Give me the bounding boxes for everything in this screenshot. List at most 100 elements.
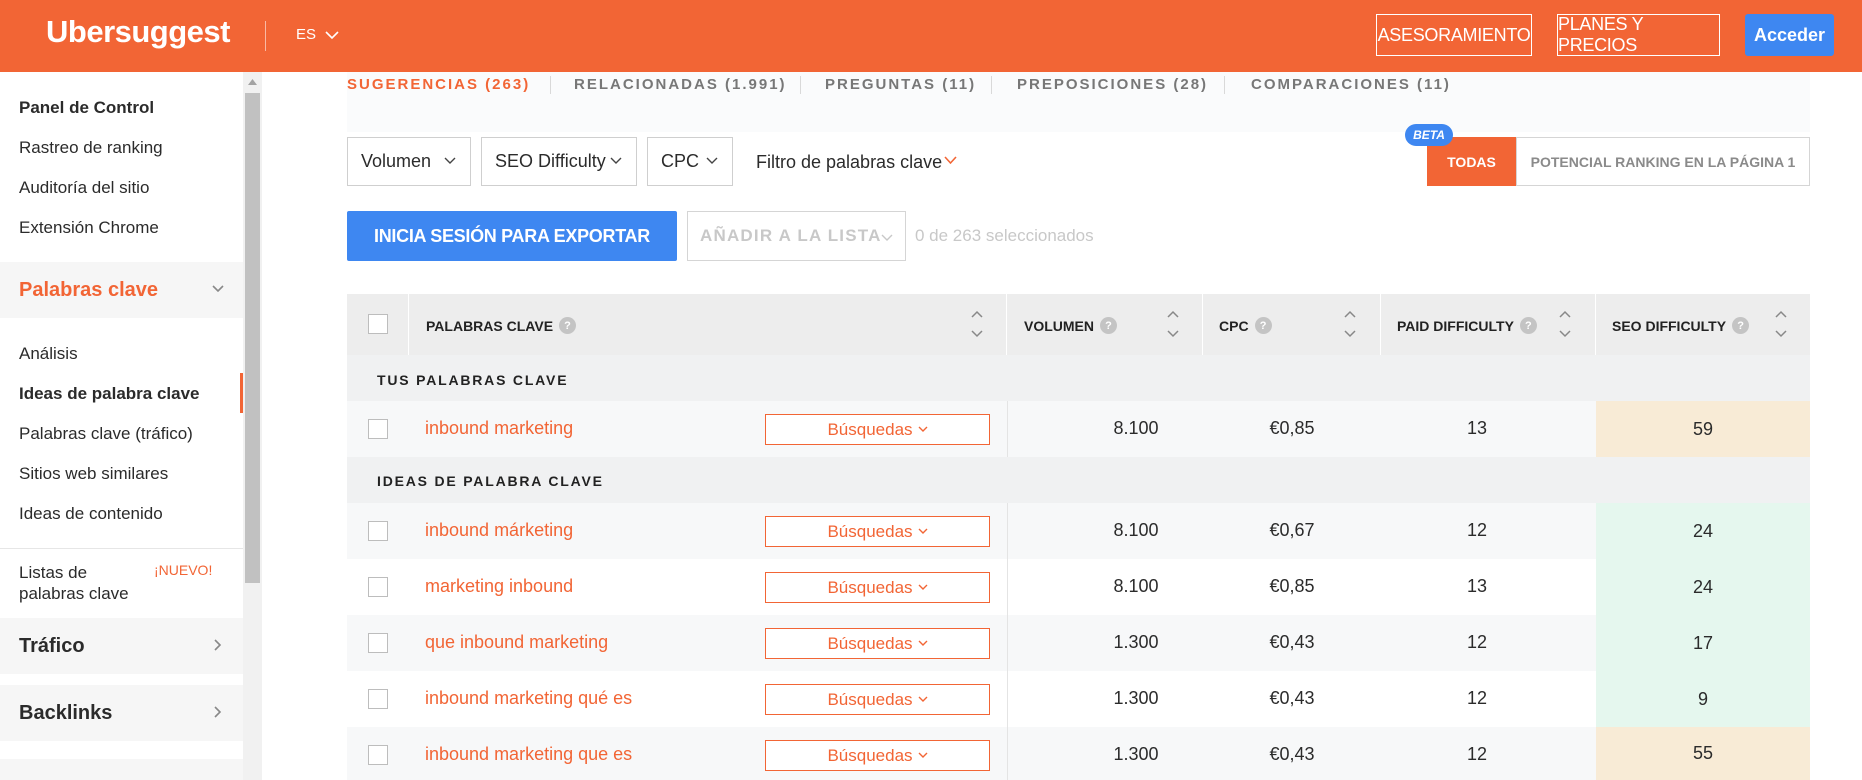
col-header-paid[interactable]: PAID DIFFICULTY ? (1397, 317, 1537, 334)
sidebar-section-more[interactable] (0, 759, 243, 780)
cpc-value: €0,67 (1269, 520, 1315, 540)
sidebar-section-palabras[interactable]: Palabras clave (0, 262, 243, 318)
help-icon[interactable]: ? (1519, 317, 1537, 334)
sidebar-scroll-thumb[interactable] (245, 93, 260, 583)
sidebar-item-contenido[interactable]: Ideas de contenido (19, 504, 163, 524)
sort-icon[interactable] (1344, 310, 1356, 338)
sidebar-section-backlinks[interactable]: Backlinks (0, 685, 243, 741)
volume-filter-label: Volumen (361, 151, 432, 171)
tab-preguntas[interactable]: PREGUNTAS (11) (825, 76, 976, 93)
tab-comparaciones[interactable]: COMPARACIONES (11) (1251, 76, 1451, 93)
help-icon[interactable]: ? (559, 317, 577, 334)
row-checkbox[interactable] (368, 745, 388, 765)
logo[interactable]: Ubersuggest (46, 14, 230, 50)
seo-difficulty-value: 55 (1596, 727, 1810, 780)
busquedas-dropdown[interactable]: Búsquedas (765, 516, 990, 547)
busquedas-dropdown[interactable]: Búsquedas (765, 572, 990, 603)
sort-icon[interactable] (1775, 310, 1787, 338)
help-icon[interactable]: ? (1732, 317, 1750, 334)
busquedas-label: Búsquedas (827, 745, 913, 765)
seo-difficulty-value: 17 (1596, 615, 1810, 671)
col-header-cpc[interactable]: CPC ? (1219, 317, 1272, 334)
busquedas-dropdown[interactable]: Búsquedas (765, 628, 990, 659)
busquedas-dropdown[interactable]: Búsquedas (765, 684, 990, 715)
tab-preposiciones[interactable]: PREPOSICIONES (28) (1017, 76, 1208, 93)
sidebar: Panel de Control Rastreo de ranking Audi… (0, 72, 243, 780)
sort-icon[interactable] (971, 310, 983, 338)
select-all-checkbox[interactable] (368, 314, 388, 334)
chevron-down-icon[interactable] (944, 156, 957, 165)
tab-sugerencias[interactable]: SUGERENCIAS (263) (347, 76, 530, 93)
column-divider (1007, 559, 1008, 615)
keyword-link[interactable]: marketing inbound (425, 576, 573, 597)
col-header-volume[interactable]: VOLUMEN ? (1024, 317, 1117, 334)
cpc-value: €0,43 (1269, 688, 1315, 708)
toggle-potencial-ranking[interactable]: POTENCIAL RANKING EN LA PÁGINA 1 (1516, 137, 1810, 186)
selected-count: 0 de 263 seleccionados (915, 226, 1094, 245)
keyword-link[interactable]: inbound márketing (425, 520, 573, 541)
sidebar-item-trafico-kw[interactable]: Palabras clave (tráfico) (19, 424, 193, 444)
paid-difficulty-value: 12 (1466, 744, 1488, 764)
sidebar-item-listas-line1: Listas de (19, 563, 88, 582)
chevron-down-icon (918, 640, 928, 646)
column-divider (1007, 503, 1008, 559)
planes-precios-button[interactable]: PLANES Y PRECIOS (1557, 14, 1720, 56)
row-checkbox[interactable] (368, 689, 388, 709)
chevron-down-icon (881, 234, 893, 241)
column-divider (1007, 615, 1008, 671)
help-icon[interactable]: ? (1254, 317, 1272, 334)
row-checkbox[interactable] (368, 521, 388, 541)
column-divider (1007, 401, 1008, 457)
table-row: inbound márketing Búsquedas 8.100 €0,67 … (347, 503, 1810, 559)
sidebar-section-label: Palabras clave (19, 278, 158, 301)
chevron-down-icon (610, 157, 622, 164)
row-checkbox[interactable] (368, 419, 388, 439)
cpc-filter-dropdown[interactable]: CPC (647, 137, 733, 186)
volume-value: 8.100 (1113, 576, 1159, 596)
volume-value: 1.300 (1113, 632, 1159, 652)
sidebar-item-extension[interactable]: Extensión Chrome (19, 218, 159, 238)
sidebar-item-rastreo[interactable]: Rastreo de ranking (19, 138, 163, 158)
col-header-seo[interactable]: SEO DIFFICULTY ? (1612, 317, 1750, 334)
add-to-list-dropdown[interactable]: AÑADIR A LA LISTA (687, 211, 906, 261)
sidebar-item-auditoria[interactable]: Auditoría del sitio (19, 178, 149, 198)
sort-icon[interactable] (1167, 310, 1179, 338)
login-button[interactable]: Acceder (1745, 14, 1834, 56)
chevron-right-icon (214, 639, 222, 651)
keyword-link[interactable]: inbound marketing qué es (425, 688, 632, 709)
sort-icon[interactable] (1559, 310, 1571, 338)
beta-badge: BETA (1405, 124, 1453, 146)
table-row: inbound marketing Búsquedas 8.100 €0,85 … (347, 401, 1810, 457)
row-checkbox[interactable] (368, 577, 388, 597)
sidebar-section-label: Tráfico (19, 634, 85, 657)
asesoramiento-button[interactable]: ASESORAMIENTO (1376, 14, 1532, 56)
add-to-list-label: AÑADIR A LA LISTA (700, 226, 882, 245)
paid-difficulty-value: 12 (1466, 632, 1488, 652)
language-label: ES (296, 26, 317, 43)
tab-relacionadas[interactable]: RELACIONADAS (1.991) (574, 76, 787, 93)
language-selector[interactable]: ES (296, 26, 339, 43)
keyword-link[interactable]: inbound marketing que es (425, 744, 632, 765)
table-row: inbound marketing que es Búsquedas 1.300… (347, 727, 1810, 780)
row-checkbox[interactable] (368, 633, 388, 653)
sidebar-item-panel[interactable]: Panel de Control (19, 98, 154, 118)
seo-filter-dropdown[interactable]: SEO Difficulty (481, 137, 637, 186)
sidebar-section-trafico[interactable]: Tráfico (0, 618, 243, 674)
busquedas-dropdown[interactable]: Búsquedas (765, 414, 990, 445)
tab-divider (800, 76, 801, 94)
volume-filter-dropdown[interactable]: Volumen (347, 137, 471, 186)
keyword-filter-link[interactable]: Filtro de palabras clave (756, 152, 942, 173)
tab-divider (550, 76, 551, 94)
sidebar-item-listas[interactable]: Listas de palabras clave (19, 562, 129, 604)
sidebar-item-analisis[interactable]: Análisis (19, 344, 78, 364)
help-icon[interactable]: ? (1100, 317, 1117, 334)
sidebar-item-similares[interactable]: Sitios web similares (19, 464, 168, 484)
scroll-up-arrow-icon[interactable] (247, 78, 258, 86)
keyword-link[interactable]: que inbound marketing (425, 632, 608, 653)
sidebar-item-ideas[interactable]: Ideas de palabra clave (19, 384, 200, 404)
busquedas-dropdown[interactable]: Búsquedas (765, 740, 990, 771)
chevron-down-icon (918, 426, 928, 432)
keyword-link[interactable]: inbound marketing (425, 418, 573, 439)
export-button[interactable]: INICIA SESIÓN PARA EXPORTAR (347, 211, 677, 261)
col-header-keywords[interactable]: PALABRAS CLAVE ? (426, 317, 577, 334)
